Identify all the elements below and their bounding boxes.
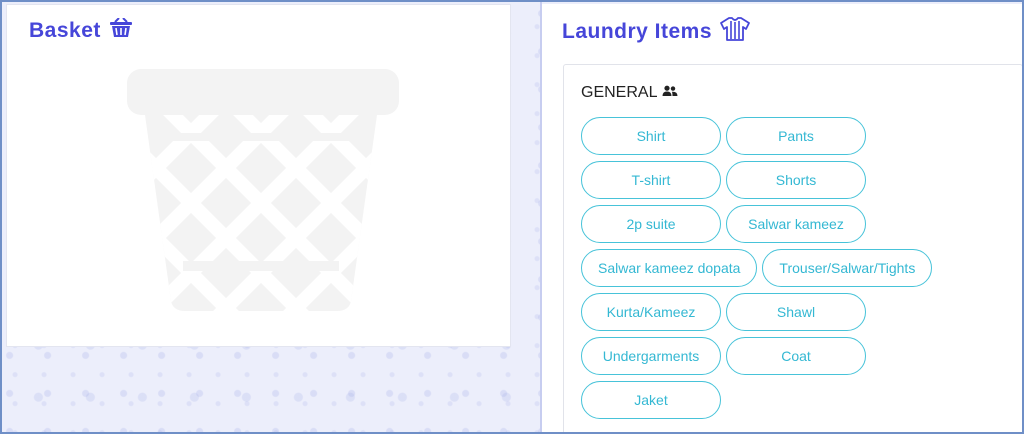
item-shorts-button[interactable]: Shorts <box>726 161 866 199</box>
basket-heading: Basket <box>29 17 133 44</box>
app-frame: Basket Laundry Items GENERAL Shirt Pants… <box>0 0 1024 434</box>
basket-icon <box>109 17 133 44</box>
basket-title: Basket <box>29 19 101 42</box>
item-shirt-button[interactable]: Shirt <box>581 117 721 155</box>
item-pants-button[interactable]: Pants <box>726 117 866 155</box>
laundry-item-list: Shirt Pants T-shirt Shorts 2p suite Salw… <box>581 117 981 419</box>
item-undergarments-button[interactable]: Undergarments <box>581 337 721 375</box>
item-kurta-kameez-button[interactable]: Kurta/Kameez <box>581 293 721 331</box>
item-2p-suite-button[interactable]: 2p suite <box>581 205 721 243</box>
laundry-items-heading: Laundry Items <box>562 17 750 47</box>
laundry-items-panel: Laundry Items GENERAL Shirt Pants T-shir… <box>542 4 1022 432</box>
item-coat-button[interactable]: Coat <box>726 337 866 375</box>
shirt-icon <box>720 17 750 47</box>
category-heading: GENERAL <box>581 84 678 102</box>
item-tshirt-button[interactable]: T-shirt <box>581 161 721 199</box>
category-card: GENERAL Shirt Pants T-shirt Shorts 2p su… <box>563 64 1022 432</box>
item-salwar-kameez-button[interactable]: Salwar kameez <box>726 205 866 243</box>
wastebasket-icon <box>123 65 399 315</box>
category-name: GENERAL <box>581 84 658 101</box>
item-jaket-button[interactable]: Jaket <box>581 381 721 419</box>
item-shawl-button[interactable]: Shawl <box>726 293 866 331</box>
users-icon <box>662 84 678 102</box>
basket-panel: Basket <box>6 4 511 347</box>
item-trouser-salwar-tights-button[interactable]: Trouser/Salwar/Tights <box>762 249 933 287</box>
laundry-items-title: Laundry Items <box>562 20 713 43</box>
item-salwar-kameez-dopata-button[interactable]: Salwar kameez dopata <box>581 249 758 287</box>
